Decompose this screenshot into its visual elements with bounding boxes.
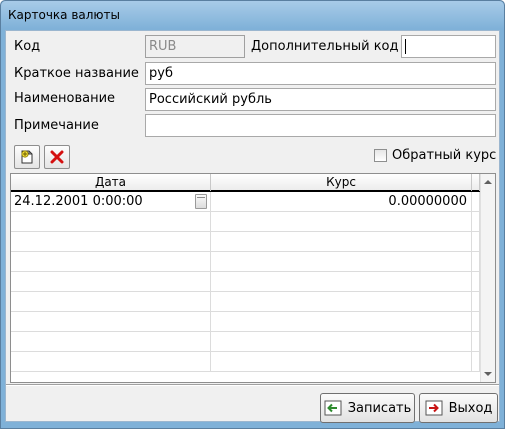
cell-date[interactable] xyxy=(11,212,211,231)
window-title: Карточка валюты xyxy=(8,8,120,22)
new-document-icon xyxy=(21,150,33,164)
extra-code-field[interactable] xyxy=(401,35,496,58)
save-button-label: Записать xyxy=(347,400,412,416)
short-name-label: Краткое название xyxy=(14,66,139,81)
add-row-button[interactable] xyxy=(14,145,40,169)
cell-date[interactable] xyxy=(11,332,211,351)
table-row[interactable] xyxy=(11,292,480,312)
currency-card-window: Карточка валюты Код RUB Дополнительный к… xyxy=(0,0,505,429)
cell-rate[interactable] xyxy=(211,212,472,231)
exit-door-icon xyxy=(425,400,443,416)
grid-header: Дата Курс xyxy=(11,174,480,192)
scroll-up-arrow-icon[interactable] xyxy=(484,180,492,184)
name-field[interactable]: Российский рубль xyxy=(145,88,496,111)
table-row[interactable] xyxy=(11,232,480,252)
cell-rate[interactable] xyxy=(211,232,472,251)
table-row[interactable] xyxy=(11,212,480,232)
scroll-down-arrow-icon[interactable] xyxy=(484,372,492,376)
cell-date-value: 24.12.2001 0:00:00 xyxy=(14,194,143,209)
cell-filler xyxy=(472,352,480,371)
column-header-rate[interactable]: Курс xyxy=(211,174,472,191)
cell-date[interactable] xyxy=(11,312,211,331)
reverse-rate-checkbox[interactable]: Обратный курс xyxy=(374,148,496,163)
divider xyxy=(6,384,499,386)
cell-rate[interactable] xyxy=(211,292,472,311)
cell-rate[interactable] xyxy=(211,352,472,371)
calendar-icon[interactable] xyxy=(195,194,207,209)
table-row[interactable] xyxy=(11,352,480,372)
code-label: Код xyxy=(14,39,41,54)
cell-rate[interactable] xyxy=(211,332,472,351)
cell-filler xyxy=(472,252,480,271)
short-name-field[interactable]: руб xyxy=(145,62,496,85)
exit-button[interactable]: Выход xyxy=(419,393,498,423)
table-row[interactable]: 24.12.2001 0:00:00 0.00000000 xyxy=(11,192,480,212)
cell-filler xyxy=(472,232,480,251)
red-x-icon xyxy=(50,150,64,164)
checkbox-box[interactable] xyxy=(374,149,387,162)
cell-date[interactable] xyxy=(11,252,211,271)
cell-filler xyxy=(472,332,480,351)
cell-date[interactable]: 24.12.2001 0:00:00 xyxy=(11,192,211,211)
cell-filler xyxy=(472,192,480,211)
column-header-date[interactable]: Дата xyxy=(11,174,211,191)
grid-body: 24.12.2001 0:00:00 0.00000000 xyxy=(11,192,480,372)
save-arrow-icon xyxy=(324,400,342,416)
text-caret xyxy=(405,39,406,54)
note-label: Примечание xyxy=(14,118,99,133)
rates-grid[interactable]: Дата Курс 24.12.2001 0:00:00 0.00000000 xyxy=(10,173,496,383)
cell-rate[interactable] xyxy=(211,272,472,291)
vertical-scrollbar[interactable] xyxy=(480,174,495,382)
column-header-filler xyxy=(472,174,480,191)
cell-date[interactable] xyxy=(11,352,211,371)
table-row[interactable] xyxy=(11,312,480,332)
cell-date[interactable] xyxy=(11,272,211,291)
extra-code-label: Дополнительный код xyxy=(251,39,399,54)
exit-button-label: Выход xyxy=(448,400,493,416)
table-row[interactable] xyxy=(11,272,480,292)
cell-rate[interactable] xyxy=(211,252,472,271)
cell-date[interactable] xyxy=(11,292,211,311)
dialog-client-area: Код RUB Дополнительный код Краткое назва… xyxy=(5,30,500,423)
cell-filler xyxy=(472,292,480,311)
delete-row-button[interactable] xyxy=(44,145,70,169)
cell-filler xyxy=(472,212,480,231)
name-label: Наименование xyxy=(14,91,116,106)
cell-filler xyxy=(472,272,480,291)
code-field: RUB xyxy=(145,35,245,58)
cell-rate[interactable] xyxy=(211,312,472,331)
note-field[interactable] xyxy=(145,114,496,137)
cell-filler xyxy=(472,312,480,331)
table-row[interactable] xyxy=(11,252,480,272)
title-bar[interactable]: Карточка валюты xyxy=(1,1,504,29)
cell-rate[interactable]: 0.00000000 xyxy=(211,192,472,211)
table-row[interactable] xyxy=(11,332,480,352)
cell-date[interactable] xyxy=(11,232,211,251)
save-button[interactable]: Записать xyxy=(320,393,415,423)
reverse-rate-label: Обратный курс xyxy=(392,148,497,163)
